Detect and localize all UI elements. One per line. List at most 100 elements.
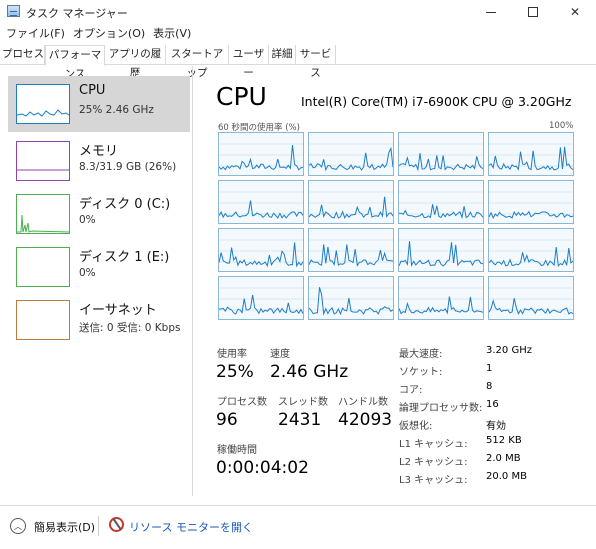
window-title: タスク マネージャー: [26, 7, 128, 20]
minimize-icon: [486, 11, 496, 13]
sockets-value: 1: [486, 363, 493, 374]
tab-details[interactable]: 詳細: [269, 45, 296, 65]
close-icon: ✕: [569, 5, 581, 19]
handles-label: ハンドル数: [338, 397, 388, 408]
tab-bar: プロセス パフォーマンス アプリの履歴 スタートアップ ユーザー 詳細 サービス: [0, 45, 596, 80]
sidebar-item-disk1[interactable]: ディスク 1 (E:) 0%: [8, 239, 190, 295]
sidebar-disk1-title: ディスク 1 (E:): [79, 250, 170, 265]
cpu-thumbnail-svg: [16, 109, 70, 117]
resource-sidebar: CPU 25% 2.46 GHz メモリ 8.3/31.9 GB (26%) デ…: [0, 66, 193, 496]
menu-view[interactable]: 表示(V): [153, 25, 191, 43]
menu-file[interactable]: ファイル(F): [6, 25, 65, 43]
logical-processor-trace-8: [219, 239, 303, 268]
logical-processor-trace-2: [399, 143, 483, 172]
tab-performance[interactable]: パフォーマンス: [45, 45, 105, 80]
l1-cache-value: 512 KB: [486, 435, 522, 446]
logical-processor-trace-14: [399, 287, 483, 315]
footer-bar: ︿ 簡易表示(D) リソース モニターを開く: [0, 505, 596, 549]
sockets-label: ソケット:: [399, 367, 443, 378]
l1-cache-label: L1 キャッシュ:: [399, 439, 468, 450]
logical-processor-graph-11: [488, 228, 574, 272]
footer-divider: [98, 516, 99, 536]
logical-processor-graph-8: [218, 228, 304, 272]
threads-label: スレッド数: [278, 397, 328, 408]
logical-processor-trace-0: [219, 143, 303, 171]
logical-processor-trace-4: [219, 191, 303, 219]
l2-cache-label: L2 キャッシュ:: [399, 457, 468, 468]
logical-processor-trace-10: [399, 239, 483, 268]
logical-processor-trace-15: [489, 287, 573, 316]
logical-processor-trace-12: [219, 287, 303, 315]
logical-processor-graph-10: [398, 228, 484, 272]
sidebar-ethernet-subtitle: 送信: 0 受信: 0 Kbps: [79, 322, 181, 334]
logical-processor-trace-13: [309, 287, 393, 316]
logical-processor-graph-12: [218, 276, 304, 320]
minimize-button[interactable]: [470, 0, 512, 24]
sidebar-disk1-subtitle: 0%: [79, 267, 96, 279]
graph-max-label: 100%: [549, 121, 574, 131]
processes-label: プロセス数: [217, 397, 267, 408]
logical-processor-graph-3: [488, 132, 574, 176]
logical-processor-trace-7: [489, 191, 573, 220]
uptime-label: 稼働時間: [217, 445, 257, 456]
disk1-thumbnail-graph: [16, 247, 70, 287]
open-resource-monitor-link[interactable]: リソース モニターを開く: [129, 519, 253, 535]
logical-processors-label: 論理プロセッサ数:: [399, 403, 483, 414]
tab-users[interactable]: ユーザー: [229, 45, 269, 79]
sidebar-item-ethernet[interactable]: イーサネット 送信: 0 受信: 0 Kbps: [8, 292, 190, 348]
usage-value: 25%: [216, 362, 254, 382]
sidebar-item-disk0[interactable]: ディスク 0 (C:) 0%: [8, 186, 190, 242]
virtualization-label: 仮想化:: [399, 421, 433, 432]
disk0-thumbnail-svg: [17, 214, 70, 233]
logical-processor-trace-11: [489, 239, 573, 268]
l3-cache-label: L3 キャッシュ:: [399, 475, 468, 486]
close-button[interactable]: ✕: [554, 0, 596, 24]
logical-processor-trace-1: [309, 143, 393, 172]
maximize-icon: [528, 7, 538, 17]
sidebar-item-cpu[interactable]: CPU 25% 2.46 GHz: [8, 76, 190, 132]
max-speed-value: 3.20 GHz: [486, 345, 532, 356]
processes-value: 96: [216, 410, 238, 430]
handles-value: 42093: [338, 410, 393, 430]
menu-bar: ファイル(F) オプション(O) 表示(V): [0, 25, 199, 43]
cores-value: 8: [486, 381, 493, 392]
tab-processes[interactable]: プロセス: [2, 45, 45, 65]
max-speed-label: 最大速度:: [399, 349, 443, 360]
sidebar-item-memory[interactable]: メモリ 8.3/31.9 GB (26%): [8, 133, 190, 189]
tab-services[interactable]: サービス: [296, 45, 336, 79]
ethernet-thumbnail-graph: [16, 300, 70, 340]
uptime-value: 0:00:04:02: [216, 458, 309, 478]
task-manager-icon: [7, 5, 20, 17]
sidebar-cpu-title: CPU: [79, 83, 106, 98]
logical-processor-graph-4: [218, 180, 304, 224]
speed-value: 2.46 GHz: [270, 362, 349, 382]
virtualization-value: 有効: [486, 421, 506, 432]
resource-monitor-icon[interactable]: [109, 517, 124, 532]
logical-processor-graphs: [218, 132, 574, 320]
logical-processor-trace-6: [399, 191, 483, 220]
tab-app-history[interactable]: アプリの履歴: [105, 45, 166, 79]
logical-processor-graph-7: [488, 180, 574, 224]
logical-processor-graph-15: [488, 276, 574, 320]
logical-processor-graph-13: [308, 276, 394, 320]
sidebar-memory-title: メモリ: [79, 144, 119, 159]
logical-processors-value: 16: [486, 399, 499, 410]
logical-processor-trace-5: [309, 191, 393, 219]
logical-processor-graph-6: [398, 180, 484, 224]
usage-label: 使用率: [217, 349, 247, 360]
logical-processor-graph-5: [308, 180, 394, 224]
logical-processor-graph-9: [308, 228, 394, 272]
logical-processor-graph-1: [308, 132, 394, 176]
sidebar-cpu-subtitle: 25% 2.46 GHz: [79, 104, 154, 116]
threads-value: 2431: [278, 410, 322, 430]
menu-options[interactable]: オプション(O): [73, 25, 145, 43]
cpu-thumbnail-graph: [16, 84, 70, 124]
fewer-details-link[interactable]: 簡易表示(D): [34, 519, 95, 535]
maximize-button[interactable]: [512, 0, 554, 24]
sidebar-disk0-subtitle: 0%: [79, 214, 96, 226]
logical-processor-graph-0: [218, 132, 304, 176]
chevron-up-icon[interactable]: ︿: [10, 518, 26, 534]
logical-processor-graph-14: [398, 276, 484, 320]
speed-label: 速度: [270, 349, 290, 360]
tab-startup[interactable]: スタートアップ: [166, 45, 229, 79]
